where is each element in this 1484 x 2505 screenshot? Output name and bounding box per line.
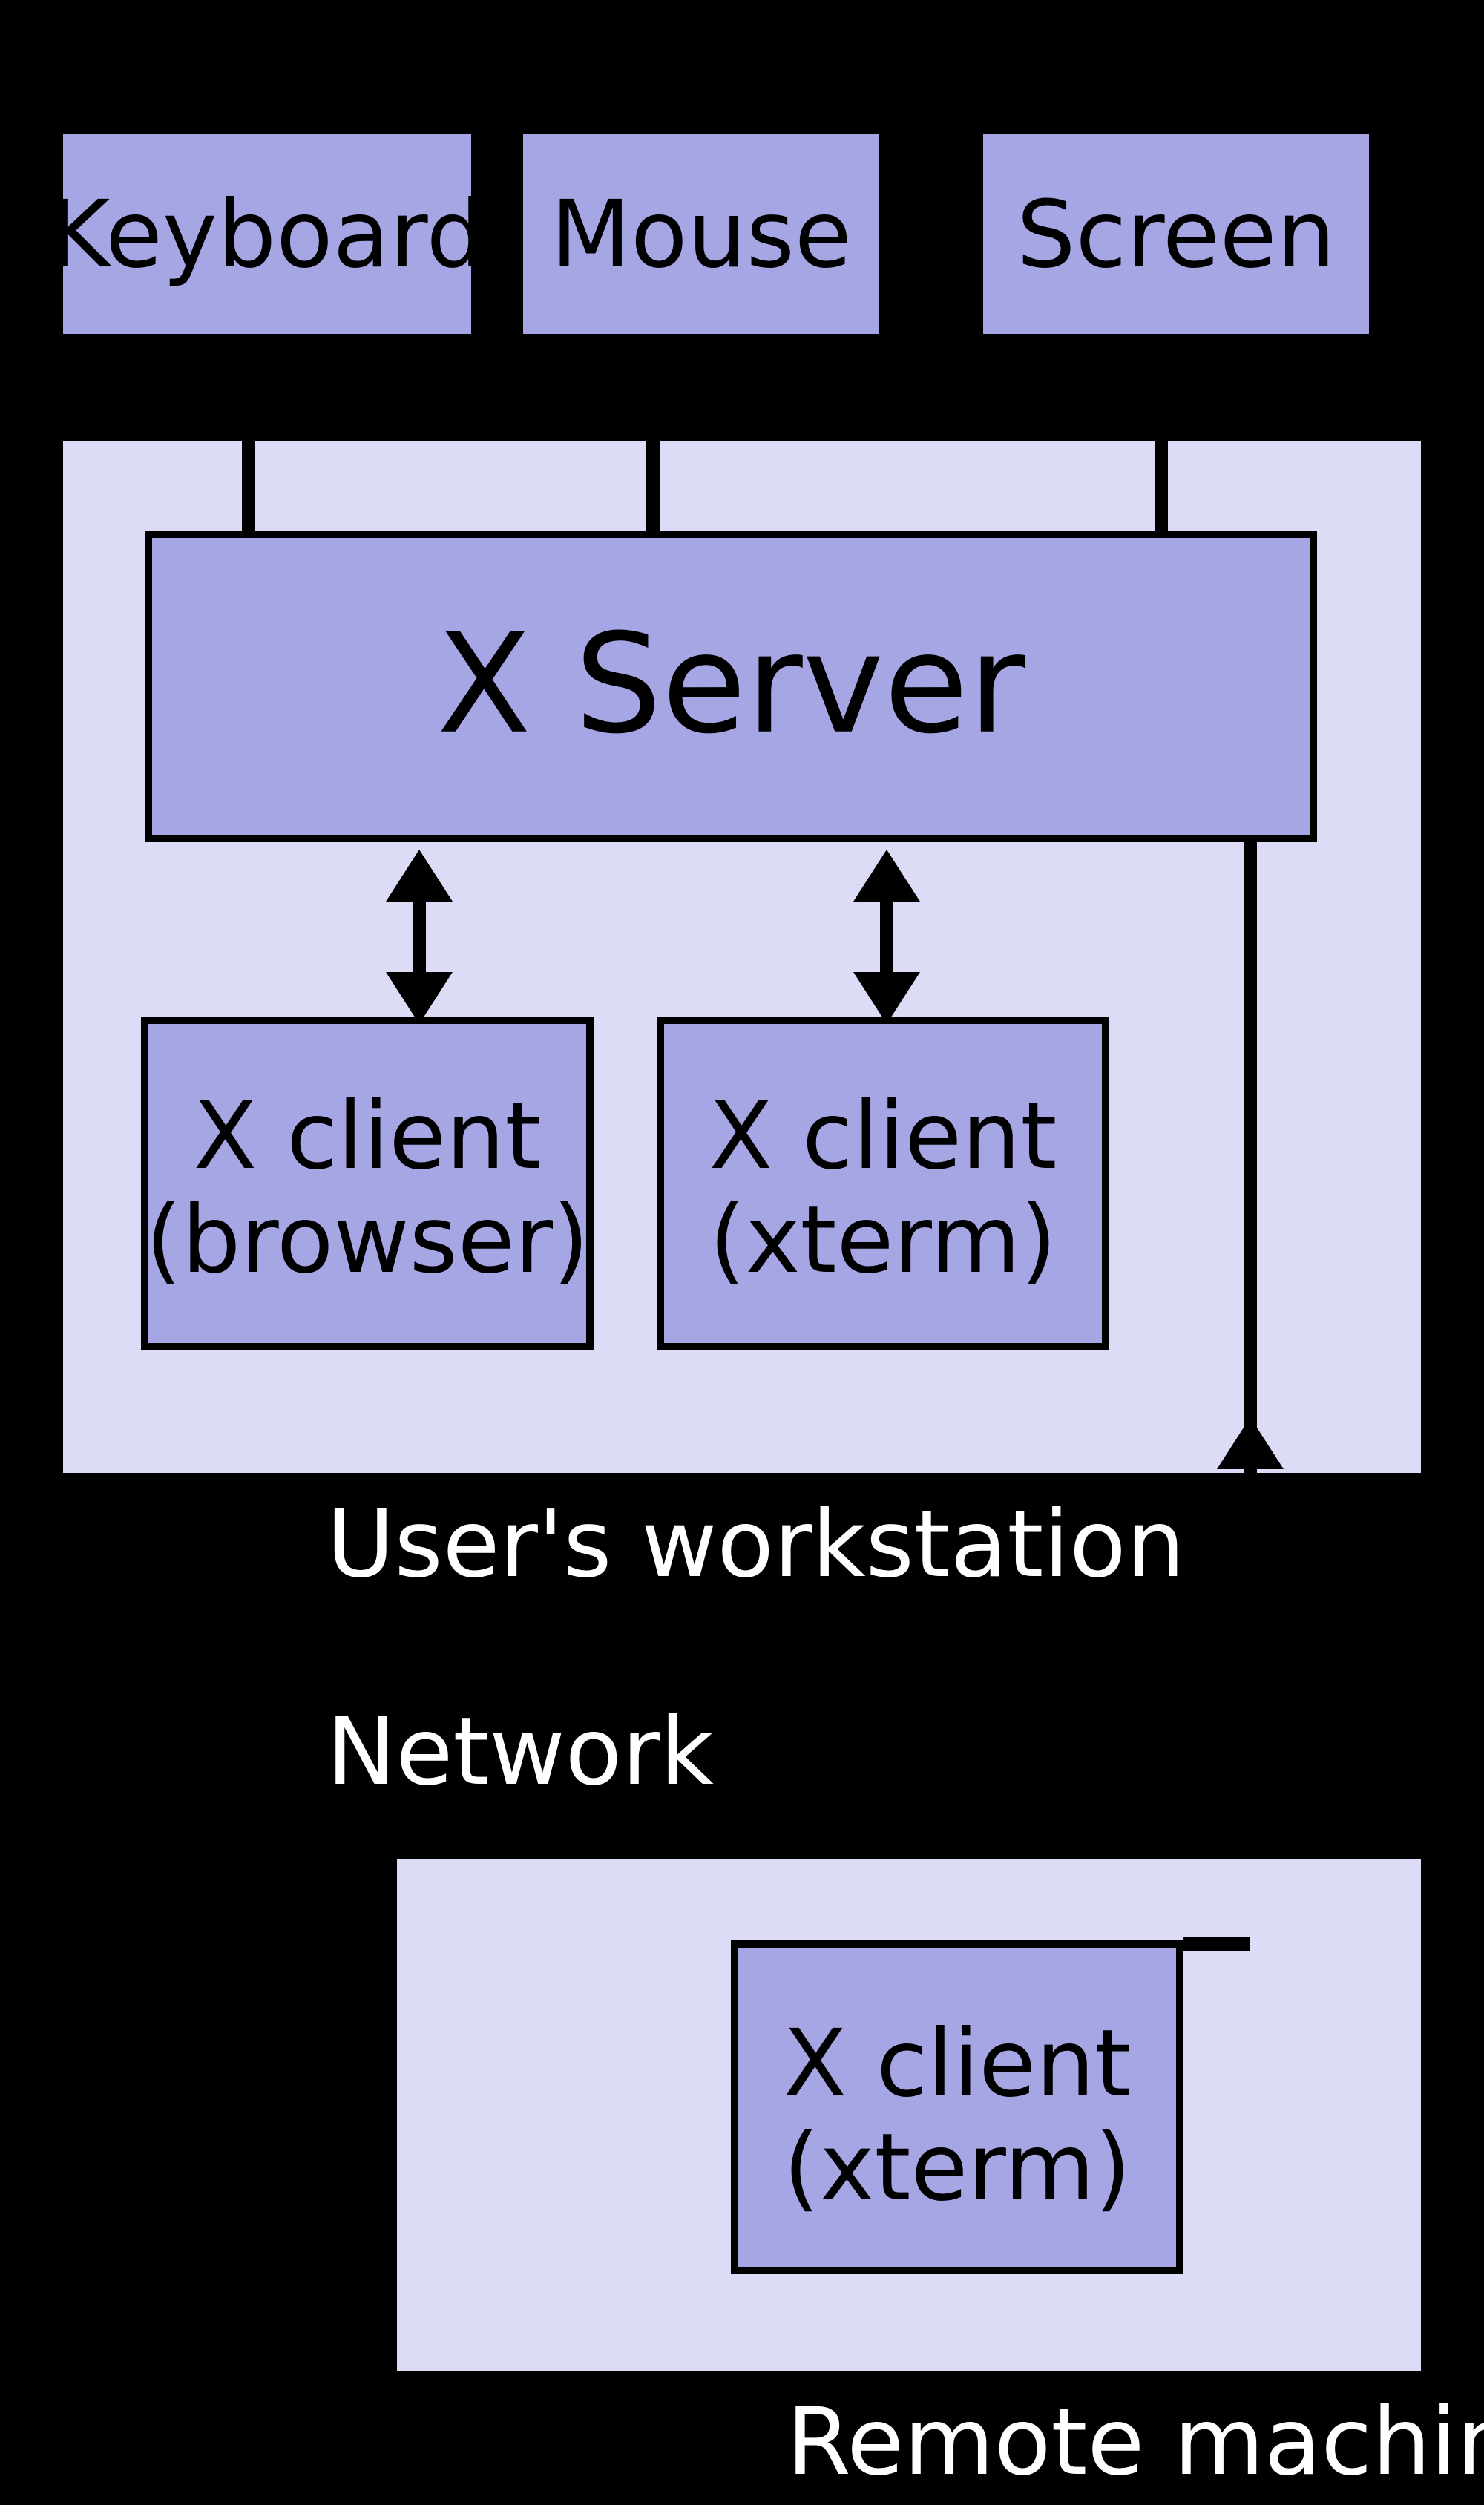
x-server-label: X Server <box>437 604 1025 764</box>
x-client-browser-line2: (browser) <box>145 1186 589 1294</box>
x-client-xterm-remote-line2: (xterm) <box>784 2114 1131 2222</box>
x-client-xterm-local-line2: (xterm) <box>709 1186 1057 1294</box>
host1-label: User's workstation <box>326 1491 1185 1598</box>
keyboard-label: Keyboard <box>49 181 485 289</box>
x-server-box: X Server <box>148 534 1313 838</box>
x-architecture-diagram: Keyboard Mouse Screen X Server X client … <box>0 0 1484 2505</box>
x-client-xterm-local-line1: X client <box>709 1083 1057 1190</box>
x-client-browser: X client (browser) <box>145 1020 590 1347</box>
device-mouse: Mouse <box>519 130 883 338</box>
x-client-xterm-remote-line1: X client <box>784 2010 1132 2118</box>
x-client-xterm-remote: X client (xterm) <box>735 1944 1180 2271</box>
screen-label: Screen <box>1017 181 1336 289</box>
x-client-xterm-local: X client (xterm) <box>660 1020 1106 1347</box>
device-keyboard: Keyboard <box>49 130 485 338</box>
network-label: Network <box>326 1698 715 1806</box>
x-client-browser-line1: X client <box>194 1083 542 1190</box>
device-screen: Screen <box>979 130 1373 338</box>
host2-label: Remote machine <box>787 2389 1484 2496</box>
mouse-label: Mouse <box>551 181 852 289</box>
